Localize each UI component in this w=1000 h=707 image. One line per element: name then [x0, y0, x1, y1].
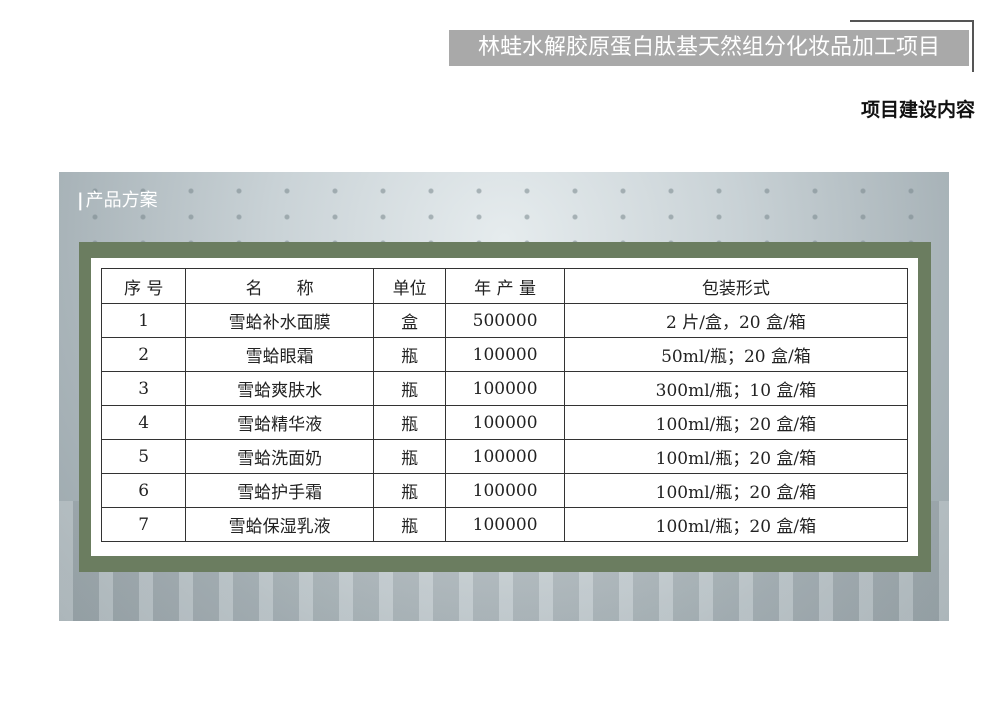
cell-output: 100000	[445, 371, 565, 406]
cell-packaging: 50ml/瓶；20 盒/箱	[563, 337, 909, 372]
cell-unit: 盒	[372, 303, 447, 338]
header-unit: 单位	[372, 268, 447, 304]
cell-unit: 瓶	[372, 473, 447, 508]
cell-packaging: 100ml/瓶；20 盒/箱	[563, 473, 909, 508]
cell-unit: 瓶	[372, 337, 447, 372]
cell-unit: 瓶	[372, 439, 447, 474]
table-row: 5 雪蛤洗面奶 瓶 100000 100ml/瓶；20 盒/箱	[100, 439, 909, 474]
cell-index: 6	[100, 473, 187, 508]
cell-output: 500000	[445, 303, 565, 338]
cell-output: 100000	[445, 507, 565, 542]
header-packaging: 包装形式	[563, 268, 909, 304]
cell-index: 1	[100, 303, 187, 338]
cell-name: 雪蛤精华液	[185, 405, 374, 440]
table-row: 4 雪蛤精华液 瓶 100000 100ml/瓶；20 盒/箱	[100, 405, 909, 440]
table-row: 1 雪蛤补水面膜 盒 500000 2 片/盒，20 盒/箱	[100, 303, 909, 338]
cell-packaging: 100ml/瓶；20 盒/箱	[563, 439, 909, 474]
table-row: 7 雪蛤保湿乳液 瓶 100000 100ml/瓶；20 盒/箱	[100, 507, 909, 542]
product-plan-panel: | 产品方案 序 号 名 称 单位 年 产 量 包装形式 1 雪蛤补水面膜 盒 5…	[59, 172, 949, 621]
section-title: 项目建设内容	[860, 99, 975, 121]
cell-name: 雪蛤保湿乳液	[185, 507, 374, 542]
cell-output: 100000	[445, 439, 565, 474]
table-header-row: 序 号 名 称 单位 年 产 量 包装形式	[100, 268, 909, 304]
table-row: 2 雪蛤眼霜 瓶 100000 50ml/瓶；20 盒/箱	[100, 337, 909, 372]
cell-index: 3	[100, 371, 187, 406]
cell-output: 100000	[445, 337, 565, 372]
table-row: 6 雪蛤护手霜 瓶 100000 100ml/瓶；20 盒/箱	[100, 473, 909, 508]
product-table: 序 号 名 称 单位 年 产 量 包装形式 1 雪蛤补水面膜 盒 500000 …	[100, 268, 909, 542]
header-annual-output: 年 产 量	[445, 268, 565, 304]
cell-name: 雪蛤护手霜	[185, 473, 374, 508]
cell-packaging: 100ml/瓶；20 盒/箱	[563, 507, 909, 542]
label-bar-icon: |	[77, 190, 84, 211]
cell-name: 雪蛤洗面奶	[185, 439, 374, 474]
cell-output: 100000	[445, 405, 565, 440]
cell-name: 雪蛤补水面膜	[185, 303, 374, 338]
table-row: 3 雪蛤爽肤水 瓶 100000 300ml/瓶；10 盒/箱	[100, 371, 909, 406]
cell-name: 雪蛤爽肤水	[185, 371, 374, 406]
cell-packaging: 2 片/盒，20 盒/箱	[563, 303, 909, 338]
panel-label-text: 产品方案	[85, 190, 158, 211]
cell-packaging: 100ml/瓶；20 盒/箱	[563, 405, 909, 440]
cell-index: 7	[100, 507, 187, 542]
header-name: 名 称	[185, 268, 374, 304]
cell-unit: 瓶	[372, 405, 447, 440]
cell-name: 雪蛤眼霜	[185, 337, 374, 372]
cell-output: 100000	[445, 473, 565, 508]
cell-unit: 瓶	[372, 371, 447, 406]
background-texture	[59, 172, 949, 252]
cell-index: 5	[100, 439, 187, 474]
cell-unit: 瓶	[372, 507, 447, 542]
cell-index: 2	[100, 337, 187, 372]
cell-index: 4	[100, 405, 187, 440]
header-index: 序 号	[100, 268, 187, 304]
project-title: 林蛙水解胶原蛋白肽基天然组分化妆品加工项目	[449, 30, 969, 66]
panel-label: | 产品方案	[77, 186, 158, 212]
cell-packaging: 300ml/瓶；10 盒/箱	[563, 371, 909, 406]
